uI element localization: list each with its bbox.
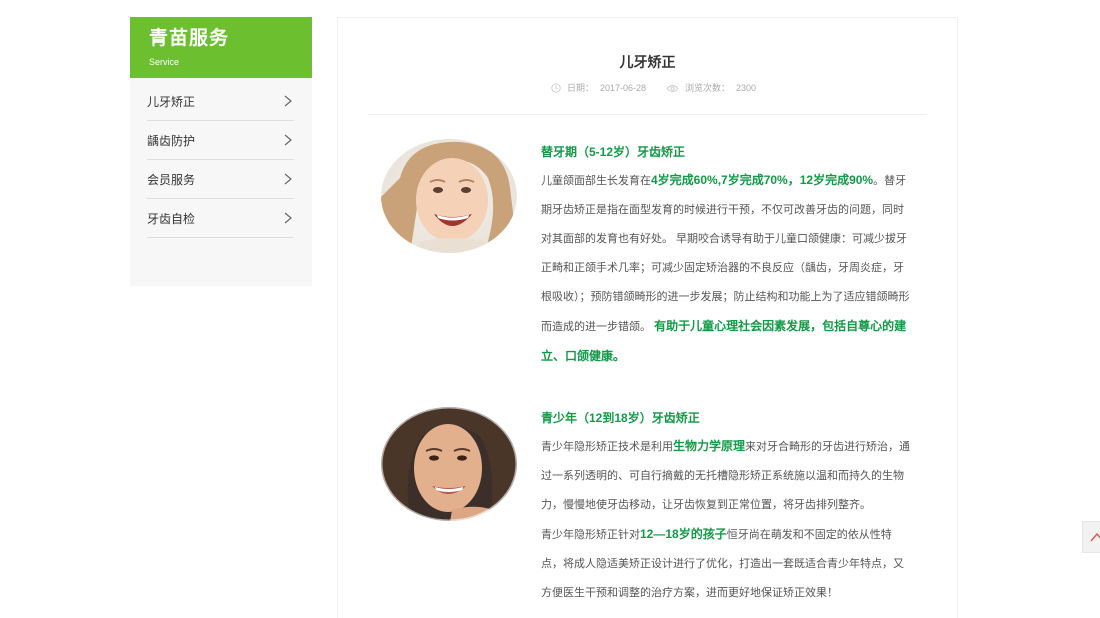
para-highlight: 4岁完成60%,7岁完成70%，12岁完成90% [651,173,874,187]
article-card: 儿牙矫正 日期： 2017-06-28 浏览次数： 2300 替牙期（5-12岁… [337,17,958,618]
article-views: 浏览次数： 2300 [666,81,756,95]
sidebar-item-label: 牙齿自检 [147,211,196,226]
section-paragraph: 青少年隐形矫正技术是利用生物力学原理来对牙合畸形的牙齿进行矫治，通过一系列透明的… [541,432,913,520]
section-paragraph: 青少年隐形矫正针对12—18岁的孩子恒牙尚在萌发和不固定的依从性特点，将成人隐适… [541,520,913,608]
sidebar-item-kids-orthodontics[interactable]: 儿牙矫正 [147,82,294,121]
para-text: 。替牙期牙齿矫正是指在面型发育的时候进行干预，不仅可改善牙齿的问题，同时对其面部… [541,175,910,333]
sidebar-item-label: 龋齿防护 [147,133,196,148]
views-label: 浏览次数： [685,83,731,93]
section-heading: 青少年（12到18岁）牙齿矫正 [541,411,700,425]
sidebar-item-caries-protection[interactable]: 龋齿防护 [147,121,294,160]
chevron-right-icon [282,134,294,146]
section-paragraph: 儿童颌面部生长发育在4岁完成60%,7岁完成70%，12岁完成90%。替牙期牙齿… [541,166,913,372]
divider [368,114,927,115]
views-value: 2300 [736,83,757,93]
sidebar-item-member-service[interactable]: 会员服务 [147,160,294,199]
section-mixed-dentition-text: 替牙期（5-12岁）牙齿矫正 儿童颌面部生长发育在4岁完成60%,7岁完成70%… [541,144,913,372]
sidebar-item-label: 儿牙矫正 [147,94,196,109]
chevron-right-icon [282,95,294,107]
para-highlight: 12—18岁的孩子 [640,527,727,541]
chevron-right-icon [282,173,294,185]
sidebar: 青苗服务 Service 儿牙矫正 龋齿防护 会员服务 牙齿自检 [130,17,312,286]
chevron-right-icon [282,212,294,224]
para-text: 青少年隐形矫正技术是利用 [541,441,673,453]
teen-photo [380,406,518,522]
article-date: 日期： 2017-06-28 [551,81,646,95]
eye-icon [666,84,679,92]
article-title: 儿牙矫正 [619,54,676,70]
sidebar-header: 青苗服务 Service [130,17,312,78]
clock-icon [551,83,561,93]
date-label: 日期： [566,83,594,93]
para-text: 儿童颌面部生长发育在 [541,175,651,187]
section-teen-text: 青少年（12到18岁）牙齿矫正 青少年隐形矫正技术是利用生物力学原理来对牙合畸形… [541,410,913,608]
sidebar-item-label: 会员服务 [147,172,196,187]
article-meta: 日期： 2017-06-28 浏览次数： 2300 [338,81,957,95]
para-text: 青少年隐形矫正针对 [541,529,640,541]
para-highlight: 生物力学原理 [673,439,746,453]
sidebar-title: 青苗服务 [149,28,230,49]
date-value: 2017-06-28 [599,83,646,93]
chevron-up-icon [1090,532,1100,542]
sidebar-item-tooth-self-check[interactable]: 牙齿自检 [147,199,294,238]
back-to-top-button[interactable] [1082,521,1100,553]
child-photo [381,139,517,253]
sidebar-subtitle: Service [149,57,180,67]
sidebar-nav: 儿牙矫正 龋齿防护 会员服务 牙齿自检 [130,78,312,238]
section-heading: 替牙期（5-12岁）牙齿矫正 [541,145,686,159]
